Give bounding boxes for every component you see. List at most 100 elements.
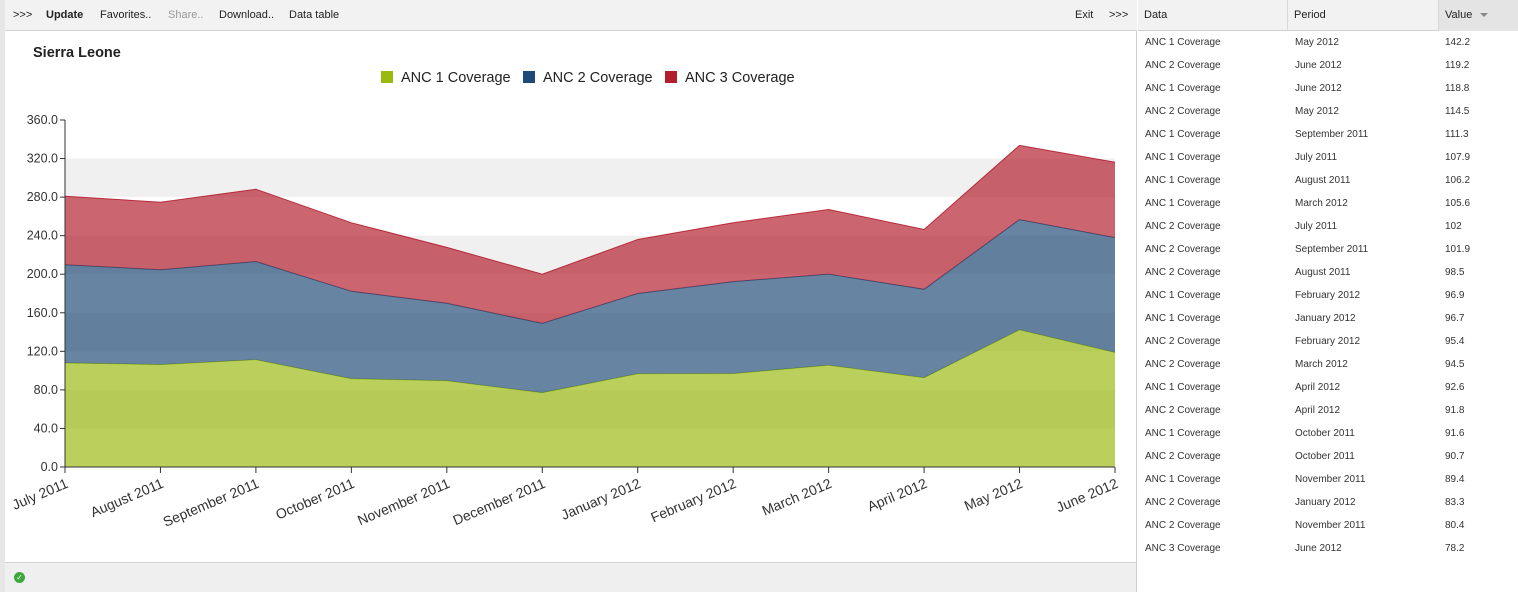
x-tick-label: January 2012 xyxy=(559,475,644,523)
favorites-button[interactable]: Favorites.. xyxy=(100,9,151,21)
cell-data: ANC 1 Coverage xyxy=(1145,290,1221,301)
table-row[interactable]: ANC 1 Coverage June 2012 118.8 xyxy=(1138,77,1518,100)
legend-label-2: ANC 2 Coverage xyxy=(543,70,653,86)
table-row[interactable]: ANC 2 Coverage January 2012 83.3 xyxy=(1138,491,1518,514)
chart-title: Sierra Leone xyxy=(33,45,121,61)
cell-period: April 2012 xyxy=(1295,382,1341,393)
chart-area: 0.0 40.0 80.0 120.0 160.0 200.0 240.0 280.0 320.… xyxy=(5,31,1136,562)
table-header: Data Period Value xyxy=(1138,0,1518,31)
cell-value: 91.6 xyxy=(1445,428,1465,439)
table-row[interactable]: ANC 1 Coverage May 2012 142.2 xyxy=(1138,31,1518,54)
cell-data: ANC 2 Coverage xyxy=(1145,336,1221,347)
table-row[interactable]: ANC 2 Coverage March 2012 94.5 xyxy=(1138,353,1518,376)
table-row[interactable]: ANC 2 Coverage July 2011 102 xyxy=(1138,215,1518,238)
table-row[interactable]: ANC 1 Coverage August 2011 106.2 xyxy=(1138,169,1518,192)
cell-value: 94.5 xyxy=(1445,359,1465,370)
cell-data: ANC 1 Coverage xyxy=(1145,198,1221,209)
table-row[interactable]: ANC 2 Coverage May 2012 114.5 xyxy=(1138,100,1518,123)
table-row[interactable]: ANC 2 Coverage September 2011 101.9 xyxy=(1138,238,1518,261)
table-row[interactable]: ANC 2 Coverage October 2011 90.7 xyxy=(1138,445,1518,468)
cell-data: ANC 3 Coverage xyxy=(1145,543,1221,554)
table-row[interactable]: ANC 3 Coverage June 2012 78.2 xyxy=(1138,537,1518,560)
x-tick-label: October 2011 xyxy=(273,475,357,523)
data-table-panel: Data Period Value ANC 1 Coverage May 2012… xyxy=(1138,0,1518,592)
update-button[interactable]: Update xyxy=(46,9,83,21)
column-header-data[interactable]: Data xyxy=(1138,0,1288,31)
exit-button[interactable]: Exit xyxy=(1075,9,1093,21)
x-tick-label: February 2012 xyxy=(648,475,738,525)
cell-data: ANC 1 Coverage xyxy=(1145,474,1221,485)
table-row[interactable]: ANC 1 Coverage September 2011 111.3 xyxy=(1138,123,1518,146)
cell-data: ANC 2 Coverage xyxy=(1145,244,1221,255)
cell-period: March 2012 xyxy=(1295,359,1348,370)
cell-data: ANC 1 Coverage xyxy=(1145,152,1221,163)
cell-period: May 2012 xyxy=(1295,106,1339,117)
table-row[interactable]: ANC 1 Coverage March 2012 105.6 xyxy=(1138,192,1518,215)
cell-period: November 2011 xyxy=(1295,520,1366,531)
cell-data: ANC 1 Coverage xyxy=(1145,382,1221,393)
x-tick-label: August 2011 xyxy=(88,475,166,520)
x-tick-label: September 2011 xyxy=(160,475,261,530)
cell-value: 96.7 xyxy=(1445,313,1465,324)
y-tick-label: 80.0 xyxy=(34,383,58,397)
column-header-period[interactable]: Period xyxy=(1288,0,1439,31)
expand-right-button[interactable]: >>> xyxy=(1109,9,1128,21)
cell-value: 102 xyxy=(1445,221,1462,232)
y-tick-label: 320.0 xyxy=(27,152,58,166)
cell-value: 90.7 xyxy=(1445,451,1465,462)
column-header-period-label: Period xyxy=(1294,9,1326,21)
cell-data: ANC 2 Coverage xyxy=(1145,106,1221,117)
table-row[interactable]: ANC 2 Coverage April 2012 91.8 xyxy=(1138,399,1518,422)
cell-period: September 2011 xyxy=(1295,129,1369,140)
cell-period: January 2012 xyxy=(1295,497,1356,508)
cell-period: March 2012 xyxy=(1295,198,1348,209)
data-table-button[interactable]: Data table xyxy=(289,9,339,21)
table-row[interactable]: ANC 1 Coverage April 2012 92.6 xyxy=(1138,376,1518,399)
table-row[interactable]: ANC 2 Coverage June 2012 119.2 xyxy=(1138,54,1518,77)
table-row[interactable]: ANC 1 Coverage February 2012 96.9 xyxy=(1138,284,1518,307)
cell-value: 95.4 xyxy=(1445,336,1465,347)
table-row[interactable]: ANC 1 Coverage July 2011 107.9 xyxy=(1138,146,1518,169)
legend-swatch-3 xyxy=(665,71,677,83)
cell-period: July 2011 xyxy=(1295,152,1338,163)
cell-period: June 2012 xyxy=(1295,543,1342,554)
cell-period: May 2012 xyxy=(1295,37,1339,48)
y-tick-label: 120.0 xyxy=(27,344,58,358)
column-header-value[interactable]: Value xyxy=(1439,0,1518,31)
table-row[interactable]: ANC 2 Coverage February 2012 95.4 xyxy=(1138,330,1518,353)
cell-data: ANC 1 Coverage xyxy=(1145,313,1221,324)
cell-period: July 2011 xyxy=(1295,221,1338,232)
cell-data: ANC 2 Coverage xyxy=(1145,451,1221,462)
expand-left-button[interactable]: >>> xyxy=(13,9,32,21)
y-tick-label: 40.0 xyxy=(34,421,58,435)
cell-period: January 2012 xyxy=(1295,313,1356,324)
table-row[interactable]: ANC 2 Coverage November 2011 80.4 xyxy=(1138,514,1518,537)
column-header-data-label: Data xyxy=(1144,9,1168,21)
cell-data: ANC 2 Coverage xyxy=(1145,520,1221,531)
table-row[interactable]: ANC 2 Coverage August 2011 98.5 xyxy=(1138,261,1518,284)
x-tick-label: May 2012 xyxy=(962,475,1025,514)
share-button[interactable]: Share.. xyxy=(168,9,203,21)
cell-value: 92.6 xyxy=(1445,382,1465,393)
cell-period: August 2011 xyxy=(1295,267,1351,278)
toolbar: >>> Update Favorites.. Share.. Download.… xyxy=(0,0,1137,31)
y-tick-label: 280.0 xyxy=(27,190,58,204)
cell-value: 98.5 xyxy=(1445,267,1465,278)
y-tick-label: 0.0 xyxy=(41,460,58,474)
app-window: >>> Update Favorites.. Share.. Download.… xyxy=(0,0,1518,592)
cell-value: 111.3 xyxy=(1445,129,1469,140)
cell-value: 91.8 xyxy=(1445,405,1465,416)
legend-label-1: ANC 1 Coverage xyxy=(401,70,511,86)
area-chart: 0.0 40.0 80.0 120.0 160.0 200.0 240.0 280.0 320.… xyxy=(10,45,1121,530)
x-tick-label: November 2011 xyxy=(355,475,452,528)
table-row[interactable]: ANC 1 Coverage January 2012 96.7 xyxy=(1138,307,1518,330)
cell-value: 96.9 xyxy=(1445,290,1465,301)
table-row[interactable]: ANC 1 Coverage November 2011 89.4 xyxy=(1138,468,1518,491)
cell-data: ANC 1 Coverage xyxy=(1145,175,1221,186)
cell-value: 107.9 xyxy=(1445,152,1471,163)
cell-period: June 2012 xyxy=(1295,60,1342,71)
download-button[interactable]: Download.. xyxy=(219,9,274,21)
table-row[interactable]: ANC 1 Coverage October 2011 91.6 xyxy=(1138,422,1518,445)
x-tick-label: July 2011 xyxy=(10,475,71,513)
cell-data: ANC 2 Coverage xyxy=(1145,221,1221,232)
